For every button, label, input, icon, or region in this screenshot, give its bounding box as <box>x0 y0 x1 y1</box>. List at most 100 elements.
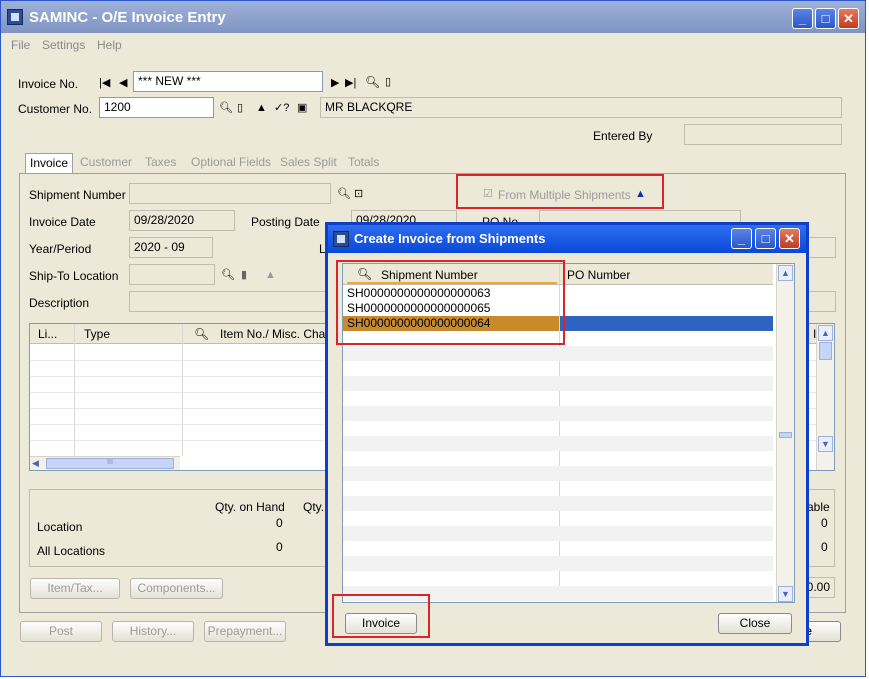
available-label: able <box>807 500 830 514</box>
customer-new-icon[interactable]: ▯ <box>237 102 243 114</box>
grid-hscroll-thumb[interactable]: III <box>46 458 174 469</box>
shipment-number-label: Shipment Number <box>29 188 126 202</box>
year-period-label: Year/Period <box>29 242 92 256</box>
post-button[interactable]: Post <box>20 621 102 642</box>
create-invoice-dialog: Create Invoice from Shipments _ □ ✕ 🔍︎ S… <box>325 222 809 646</box>
right-field-2 <box>806 291 836 312</box>
customer-name-field: MR BLACKQRE <box>320 97 842 118</box>
customer-no-label: Customer No. <box>18 102 93 116</box>
menu-file[interactable]: File <box>11 38 30 52</box>
tab-totals[interactable]: Totals <box>344 153 383 173</box>
history-button[interactable]: History... <box>112 621 194 642</box>
entered-by-field <box>684 124 842 145</box>
tab-optional-fields[interactable]: Optional Fields <box>187 153 275 173</box>
shipment-finder-icon[interactable]: 🔍︎ <box>337 188 351 200</box>
previous-record-icon[interactable]: ◀ <box>119 77 127 89</box>
grid-col-divider <box>74 324 75 456</box>
ship-to-label: Ship-To Location <box>29 269 119 283</box>
list-stripe <box>343 526 773 541</box>
new-document-icon[interactable]: ▯ <box>385 76 391 88</box>
location-label: Location <box>37 520 83 534</box>
list-vscroll-thumb[interactable] <box>779 432 792 438</box>
shipment-list-vscrollbar[interactable]: ▲ ▼ <box>776 264 794 602</box>
dialog-title: Create Invoice from Shipments <box>354 231 546 246</box>
grid-col-divider <box>182 324 183 456</box>
list-stripe <box>343 346 773 361</box>
finder-icon[interactable]: 🔍︎ <box>365 76 380 88</box>
grid-col-type[interactable]: Type <box>84 327 110 341</box>
invoice-date-label: Invoice Date <box>29 215 96 229</box>
last-record-icon[interactable]: ▶| <box>345 77 356 89</box>
customer-info-icon[interactable]: ▣ <box>297 102 307 114</box>
right-field-1 <box>806 237 836 258</box>
dialog-close-x-button[interactable]: ✕ <box>779 228 800 249</box>
description-label: Description <box>29 296 90 310</box>
grid-vscroll-thumb[interactable] <box>819 342 832 360</box>
tab-customer[interactable]: Customer <box>76 153 136 173</box>
all-locations-qty: 0 <box>276 540 283 554</box>
posting-date-label: Posting Date <box>251 215 320 229</box>
location-qty: 0 <box>276 516 283 530</box>
tab-invoice[interactable]: Invoice <box>25 153 74 173</box>
description-field[interactable] <box>129 291 329 312</box>
scroll-up-icon[interactable]: ▲ <box>818 325 833 341</box>
dialog-maximize-button[interactable]: □ <box>755 228 776 249</box>
tab-taxes[interactable]: Taxes <box>141 153 180 173</box>
scroll-left-icon[interactable]: ◀ <box>32 458 39 469</box>
customer-zoom-icon[interactable]: ▲ <box>256 102 267 114</box>
components-button[interactable]: Components... <box>130 578 223 599</box>
ship-to-zoom-icon[interactable]: ▲ <box>265 269 276 281</box>
minimize-button[interactable]: _ <box>792 8 813 29</box>
menu-help[interactable]: Help <box>97 38 122 52</box>
invoice-no-label: Invoice No. <box>18 77 79 91</box>
available-all-qty: 0 <box>821 540 828 554</box>
menu-settings[interactable]: Settings <box>42 38 85 52</box>
annotation-box-invoice <box>332 594 430 638</box>
list-stripe <box>343 376 773 391</box>
prepayment-button[interactable]: Prepayment... <box>204 621 286 642</box>
customer-check-icon[interactable]: ✓? <box>274 102 289 114</box>
app-icon <box>7 9 23 25</box>
first-record-icon[interactable]: |◀ <box>99 77 110 89</box>
dialog-close-button[interactable]: Close <box>718 613 792 634</box>
grid-col-item[interactable]: Item No./ Misc. Char <box>220 327 329 341</box>
shipment-zoom-icon[interactable]: ⊡ <box>354 188 363 200</box>
item-tax-button[interactable]: Item/Tax... <box>30 578 120 599</box>
tab-sales-split[interactable]: Sales Split <box>276 153 341 173</box>
dialog-title-bar: Create Invoice from Shipments _ □ ✕ <box>328 225 806 253</box>
col-po-number[interactable]: PO Number <box>567 268 630 282</box>
qty-on-hand-label: Qty. on Hand <box>215 500 285 514</box>
list-stripe <box>343 496 773 511</box>
list-stripe <box>343 406 773 421</box>
maximize-button[interactable]: □ <box>815 8 836 29</box>
window-title: SAMINC - O/E Invoice Entry <box>29 9 226 26</box>
ship-to-doc-icon[interactable]: ▮ <box>241 269 247 281</box>
all-locations-label: All Locations <box>37 544 106 558</box>
shipment-cell: SH0000000000000000064 <box>347 316 491 330</box>
menu-bar: File Settings Help <box>1 35 865 55</box>
next-record-icon[interactable]: ▶ <box>331 77 339 89</box>
close-window-button[interactable]: ✕ <box>838 8 859 29</box>
annotation-box-multiple <box>456 174 664 209</box>
grid-col-line[interactable]: Li... <box>38 327 57 341</box>
grid-vscrollbar[interactable]: ▲ ▼ <box>816 324 834 470</box>
grid-hscrollbar[interactable]: ◀ III <box>30 456 180 470</box>
customer-finder-icon[interactable]: 🔍︎ <box>219 102 233 114</box>
ship-to-finder-icon[interactable]: 🔍︎ <box>221 269 235 281</box>
dialog-minimize-button[interactable]: _ <box>731 228 752 249</box>
list-stripe <box>343 556 773 571</box>
invoice-no-input[interactable]: *** NEW *** <box>133 71 323 92</box>
selected-row-highlight <box>560 316 773 331</box>
list-scroll-down-icon[interactable]: ▼ <box>778 586 793 602</box>
grid-col-finder-icon[interactable]: 🔍︎ <box>194 327 209 341</box>
year-period-field[interactable]: 2020 - 09 <box>129 237 213 258</box>
customer-no-input[interactable]: 1200 <box>99 97 214 118</box>
dialog-app-icon <box>333 231 349 247</box>
scroll-down-icon[interactable]: ▼ <box>818 436 833 452</box>
list-stripe <box>343 466 773 481</box>
annotation-box-shipments <box>336 260 565 345</box>
ship-to-field[interactable] <box>129 264 215 285</box>
list-scroll-up-icon[interactable]: ▲ <box>778 265 793 281</box>
invoice-date-field[interactable]: 09/28/2020 <box>129 210 235 231</box>
qty-label: Qty. <box>303 500 325 514</box>
